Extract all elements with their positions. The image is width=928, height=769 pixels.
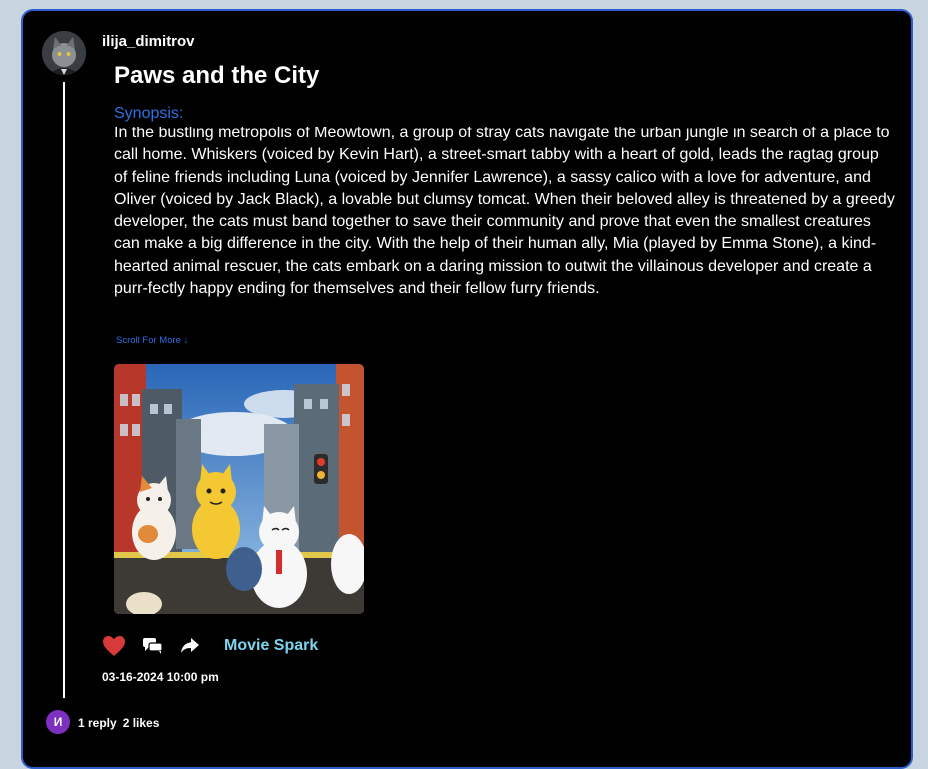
avatar[interactable] (42, 31, 86, 75)
scroll-more-link[interactable]: Scroll For More ↓ (116, 335, 188, 346)
post-title: Paws and the City (114, 62, 320, 89)
username[interactable]: ilija_dimitrov (102, 33, 195, 50)
heart-icon[interactable] (102, 635, 126, 657)
post-image[interactable] (114, 364, 364, 614)
thread-line (63, 82, 65, 698)
share-arrow-icon[interactable] (180, 637, 200, 655)
reply-count[interactable]: 1 reply (78, 716, 117, 730)
post-stats: 1 reply 2 likes (78, 716, 165, 730)
synopsis-label: Synopsis: (114, 105, 184, 122)
synopsis-text: In the bustling metropolis of Meowtown, … (114, 127, 895, 298)
chat-bubbles-icon[interactable] (143, 637, 163, 655)
community-link[interactable]: Movie Spark (224, 637, 318, 655)
synopsis-scroll-area[interactable]: In the bustling metropolis of Meowtown, … (114, 127, 896, 330)
like-count[interactable]: 2 likes (123, 716, 160, 730)
timestamp: 03-16-2024 10:00 pm (102, 670, 219, 684)
reply-avatar[interactable]: И (46, 710, 70, 734)
